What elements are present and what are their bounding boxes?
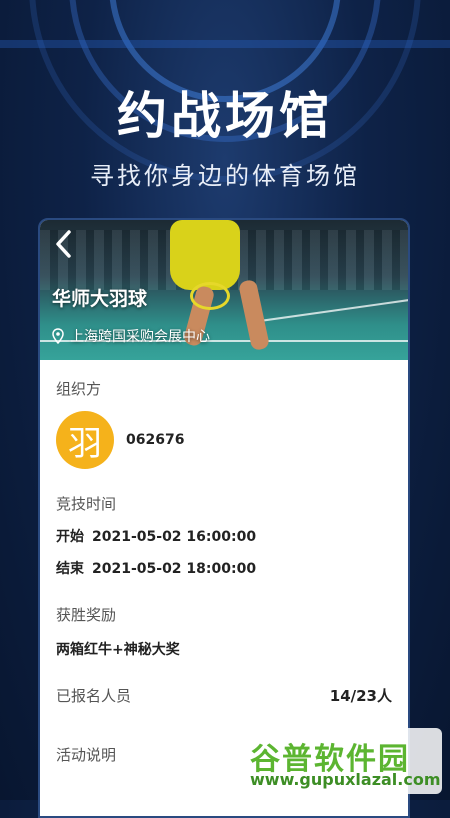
organizer-avatar: 羽 (56, 411, 114, 469)
racket (190, 282, 230, 310)
venue-name: 华师大羽球 (52, 288, 148, 310)
enrolled-label: 已报名人员 (56, 687, 132, 705)
start-time-value: 2021-05-02 16:00:00 (92, 529, 257, 545)
end-time-value: 2021-05-02 18:00:00 (92, 561, 257, 577)
venue-hero-image: 华师大羽球 上海跨国采购会展中心 (40, 220, 408, 360)
background-band (0, 40, 450, 48)
reward-value: 两箱红牛+神秘大奖 (56, 642, 180, 658)
page-subtitle: 寻找你身边的体育场馆 (90, 162, 360, 190)
venue-location[interactable]: 上海跨国采购会展中心 (52, 326, 210, 346)
venue-location-text: 上海跨国采购会展中心 (70, 329, 210, 345)
time-label: 竞技时间 (56, 495, 117, 513)
watermark-logo: 谷普软件园 www.gupuxlazal.com (242, 728, 442, 794)
venue-detail-content: 组织方 羽 062676 竞技时间 开始 2021-05-02 16:00:00 … (40, 360, 408, 765)
player-figure (170, 220, 240, 290)
enrolled-row[interactable]: 已报名人员 14/23人 (56, 685, 392, 706)
watermark-en: www.gupuxlazal.com (250, 770, 441, 789)
organizer-id: 062676 (126, 432, 185, 448)
court-line (250, 298, 408, 324)
end-time-label: 结束 (56, 561, 84, 577)
back-button[interactable] (54, 230, 72, 266)
organizer-row[interactable]: 羽 062676 (56, 411, 392, 469)
location-pin-icon (52, 328, 64, 344)
organizer-label: 组织方 (56, 380, 102, 398)
page-title: 约战场馆 (117, 87, 333, 145)
start-time-label: 开始 (56, 529, 84, 545)
chevron-left-icon (56, 230, 71, 258)
start-time: 开始 2021-05-02 16:00:00 (56, 526, 392, 546)
end-time: 结束 2021-05-02 18:00:00 (56, 558, 392, 578)
reward-label: 获胜奖励 (56, 606, 117, 624)
enrolled-count: 14/23人 (329, 687, 392, 705)
